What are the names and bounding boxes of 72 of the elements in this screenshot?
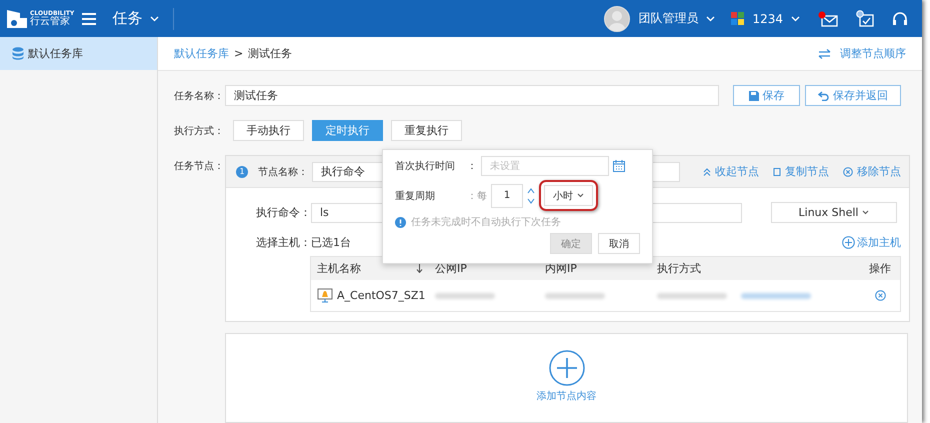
label-colon: ： (467, 160, 477, 173)
monitor-penguin-icon (317, 288, 333, 304)
column-header: 操作 (869, 261, 891, 276)
chevron-down-icon[interactable] (150, 16, 160, 22)
user-name[interactable]: 团队管理员 (638, 10, 698, 27)
task-name-label: 任务名称： (174, 90, 225, 102)
first-run-label: 首次执行时间 (395, 160, 456, 173)
save-icon (748, 90, 759, 100)
first-run-time-field[interactable]: 未设置 (481, 156, 609, 176)
spinner-arrows-icon[interactable] (527, 186, 535, 204)
remove-circle-icon[interactable] (874, 290, 886, 301)
exec-mode-tab[interactable]: 重复执行 (391, 120, 462, 141)
node-action-link[interactable]: 复制节点 (773, 164, 829, 179)
database-icon (12, 47, 24, 60)
add-host-link[interactable]: 添加主机 (842, 235, 901, 250)
tiles-icon (731, 12, 744, 25)
add-circle-icon (842, 236, 855, 249)
copy-icon (773, 167, 781, 176)
breadcrumb-link[interactable]: 默认任务库 (174, 46, 229, 61)
repeat-period-label: 重复周期 (395, 190, 436, 202)
sort-arrow-icon[interactable] (416, 264, 423, 273)
add-circle-icon[interactable] (548, 350, 584, 386)
hint-text: 任务未完成时不自动执行下次任务 (411, 216, 561, 229)
double-chevron-up-icon (703, 168, 711, 176)
logo-subtext: 行云管家 (30, 16, 71, 26)
menu-icon[interactable] (82, 12, 96, 24)
table-cell: A_CentOS7_SZ1 (337, 289, 426, 302)
column-header: 执行方式 (657, 261, 701, 276)
exec-mode-tab[interactable]: 定时执行 (312, 120, 383, 141)
every-label: ：每 (467, 190, 487, 202)
close-circle-icon (843, 166, 853, 176)
add-node-link[interactable]: 添加节点内容 (536, 389, 596, 403)
host-count: 已选1台 (311, 235, 351, 250)
blurred-text (545, 292, 605, 298)
mail-icon[interactable] (818, 10, 838, 26)
node-action-link[interactable]: 移除节点 (843, 164, 901, 179)
cancel-button[interactable]: 取消 (598, 233, 640, 254)
exec-mode-tab[interactable]: 手动执行 (233, 120, 304, 141)
node-action-link[interactable]: 收起节点 (703, 164, 759, 179)
task-name-field[interactable]: 测试任务 (225, 85, 720, 106)
chevron-down-icon (862, 210, 870, 216)
node-name-label: 节点名称： (258, 166, 308, 178)
org-name[interactable]: 1234 (752, 12, 783, 26)
node-number-badge: 1 (236, 166, 248, 178)
unit-dropdown[interactable]: 小时 (544, 185, 593, 206)
headset-icon[interactable] (892, 11, 908, 26)
breadcrumb-current: 测试任务 (248, 46, 292, 61)
column-header: 主机名称 (317, 261, 361, 276)
info-icon (395, 216, 406, 228)
module-title[interactable]: 任务 (112, 9, 142, 28)
swap-arrows-icon[interactable] (818, 48, 831, 58)
return-arrow-icon (818, 90, 829, 100)
calendar-icon[interactable] (613, 160, 625, 172)
sidebar-item[interactable]: 默认任务库 (0, 37, 157, 70)
task-check-icon[interactable] (856, 10, 874, 27)
shell-dropdown[interactable]: Linux Shell (771, 202, 897, 223)
reorder-nodes-link[interactable]: 调整节点顺序 (840, 46, 906, 61)
blurred-text (435, 292, 495, 298)
chevron-down-icon (577, 193, 584, 198)
breadcrumb-separator: > (234, 47, 244, 60)
task-node-label: 任务节点： (174, 160, 225, 173)
save-button[interactable]: 保存 (733, 85, 800, 106)
save-and-return-button[interactable]: 保存并返回 (805, 85, 901, 106)
host-select-label: 选择主机： (256, 235, 311, 250)
command-label: 执行命令： (256, 205, 311, 220)
exec-mode-label: 执行方式： (174, 124, 225, 138)
avatar[interactable] (604, 6, 630, 32)
blurred-text (657, 292, 727, 298)
chevron-down-icon[interactable] (791, 16, 800, 22)
interval-field[interactable]: 1 (491, 184, 523, 208)
cloud-logo-icon (6, 8, 28, 28)
chevron-down-icon[interactable] (706, 16, 716, 22)
